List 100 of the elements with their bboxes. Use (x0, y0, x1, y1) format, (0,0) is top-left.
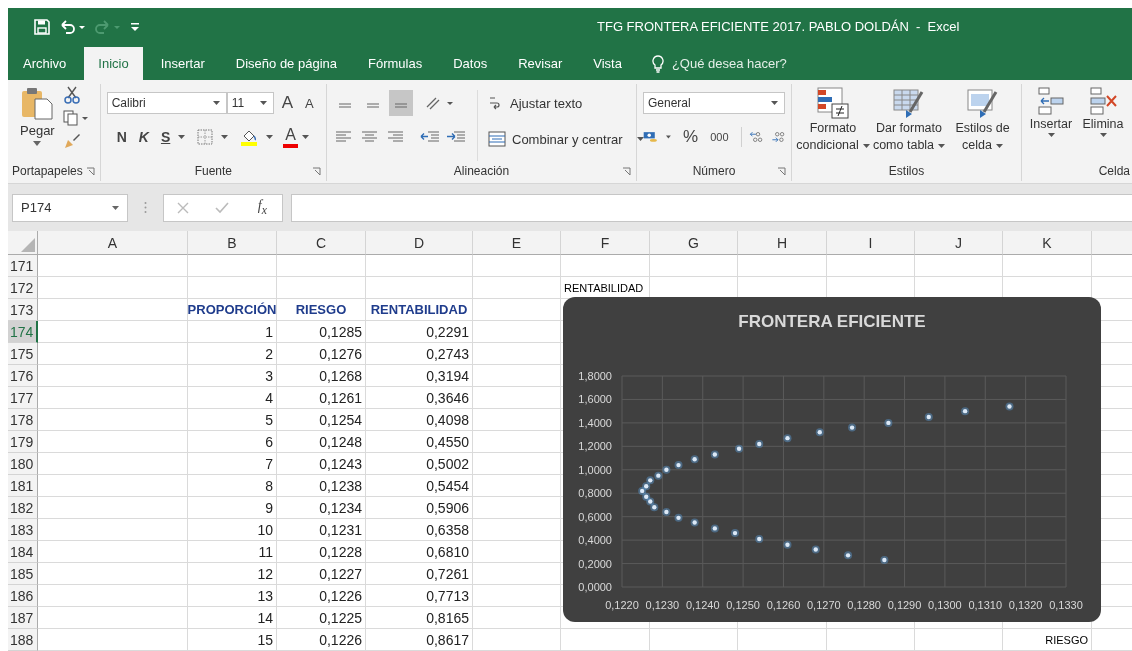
wrap-text-button[interactable]: Ajustar texto (486, 90, 646, 116)
table-cell: 0,6810 (366, 541, 473, 563)
underline-button[interactable]: S (156, 129, 175, 145)
ribbon-tab[interactable]: Archivo (10, 47, 80, 80)
row-header[interactable]: 178 (8, 409, 38, 431)
table-cell: 0,7261 (366, 563, 473, 585)
table-cell: 0,5906 (366, 497, 473, 519)
font-size-field[interactable]: 11 (226, 92, 274, 114)
font-color-button[interactable]: A (283, 126, 298, 148)
column-header[interactable]: H (738, 231, 827, 255)
column-header[interactable]: C (277, 231, 366, 255)
column-header[interactable]: A (38, 231, 188, 255)
italic-button[interactable]: K (134, 129, 153, 145)
axis-label: 0,1320 (1008, 599, 1043, 611)
table-cell: 0,1285 (277, 321, 366, 343)
axis-label: 0,1290 (887, 599, 922, 611)
axis-label: 0,2000 (578, 557, 612, 570)
group-label: Estilos (888, 164, 925, 178)
row-header[interactable]: 186 (8, 585, 38, 607)
table-cell: 0,6358 (366, 519, 473, 541)
tell-me-field[interactable]: ¿Qué desea hacer? (669, 55, 814, 72)
ribbon-tab[interactable]: Datos (440, 47, 501, 80)
row-header[interactable]: 184 (8, 541, 38, 563)
axis-label: 1,4000 (578, 416, 612, 429)
column-header[interactable]: F (561, 231, 650, 255)
table-cell: 0,3646 (366, 387, 473, 409)
axis-label: 0,0000 (578, 581, 612, 593)
insert-button[interactable]: Insertar (1026, 86, 1076, 161)
table-cell: 0,4098 (366, 409, 473, 431)
grow-font-button[interactable]: A (277, 93, 298, 113)
axis-label: 0,1280 (847, 599, 881, 611)
group-label: Número (692, 164, 736, 178)
name-box[interactable]: P174 (12, 193, 128, 222)
table-cell: 0,5002 (366, 453, 473, 475)
axis-label: 1,8000 (578, 370, 612, 382)
row-header[interactable]: 179 (8, 431, 38, 453)
row-header[interactable]: 181 (8, 475, 38, 497)
table-cell: 0,8165 (366, 607, 473, 629)
table-cell: 4 (188, 387, 277, 409)
axis-label: 0,4000 (578, 534, 612, 547)
merge-center-button[interactable]: Combinar y centrar (486, 126, 646, 152)
ribbon-tab[interactable]: Insertar (147, 47, 218, 80)
column-header[interactable]: G (650, 231, 738, 255)
ribbon-tab[interactable]: Vista (580, 47, 635, 80)
percent-button[interactable]: % (679, 127, 703, 147)
row-header[interactable]: 173 (8, 299, 38, 321)
row-header[interactable]: 182 (8, 497, 38, 519)
delete-button[interactable]: Elimina (1078, 86, 1128, 161)
group-label: Portapapeles (12, 164, 83, 178)
column-header[interactable]: J (915, 231, 1003, 255)
cell-styles-button[interactable]: Estilos de celda (948, 86, 1017, 161)
table-cell: 5 (188, 409, 277, 431)
axis-label: 1,6000 (578, 393, 612, 406)
ribbon-tab[interactable]: Revisar (505, 47, 576, 80)
ribbon-tab[interactable]: Diseño de página (222, 47, 350, 80)
table-cell: RIESGO (277, 299, 366, 321)
row-header[interactable]: 180 (8, 453, 38, 475)
conditional-format-button[interactable]: Formato condicional (796, 86, 870, 161)
column-header[interactable]: D (366, 231, 473, 255)
format-table-button[interactable]: Dar formato como tabla (872, 86, 946, 161)
row-header[interactable]: 185 (8, 563, 38, 585)
row-header[interactable]: 175 (8, 343, 38, 365)
table-cell: RIESGO (1003, 629, 1092, 651)
group-label: Fuente (194, 164, 232, 178)
chart-title: FRONTERA EFICIENTE (738, 312, 926, 331)
table-cell: 0,4550 (366, 431, 473, 453)
column-header[interactable]: K (1003, 231, 1092, 255)
row-header[interactable]: 172 (8, 277, 38, 299)
ribbon-tab[interactable]: Inicio (84, 47, 143, 80)
row-header[interactable]: 188 (8, 629, 38, 651)
number-format-field[interactable]: General (643, 92, 785, 114)
group-label: Celda (1098, 164, 1130, 178)
font-name-field[interactable]: Calibri (106, 92, 227, 114)
axis-label: 0,1330 (1049, 599, 1083, 611)
ribbon-tab[interactable]: Fórmulas (355, 47, 436, 80)
table-cell: 0,1227 (277, 563, 366, 585)
table-cell: 0,1243 (277, 453, 366, 475)
column-header[interactable]: I (827, 231, 915, 255)
table-cell: 0,1238 (277, 475, 366, 497)
bold-button[interactable]: N (112, 129, 131, 145)
row-header[interactable]: 171 (8, 255, 38, 277)
column-header[interactable]: B (188, 231, 277, 255)
axis-label: 1,0000 (578, 463, 612, 476)
insert-function-button[interactable]: f$_{x}$ (255, 198, 269, 217)
row-header[interactable]: 183 (8, 519, 38, 541)
row-header[interactable]: 177 (8, 387, 38, 409)
axis-label: 0,6000 (578, 510, 612, 523)
row-header[interactable]: 187 (8, 607, 38, 629)
table-cell: 2 (188, 343, 277, 365)
thousands-button[interactable]: 000 (706, 131, 733, 143)
shrink-font-button[interactable]: A (301, 95, 318, 111)
column-header[interactable]: E (473, 231, 561, 255)
group-label: Alineación (453, 164, 510, 178)
table-cell: 0,2743 (366, 343, 473, 365)
axis-label: 0,1220 (605, 599, 639, 611)
row-header[interactable]: 174 (8, 321, 38, 343)
paste-button[interactable]: Pegar (20, 84, 55, 161)
axis-label: 0,1250 (726, 599, 760, 611)
table-cell: 0,5454 (366, 475, 473, 497)
row-header[interactable]: 176 (8, 365, 38, 387)
